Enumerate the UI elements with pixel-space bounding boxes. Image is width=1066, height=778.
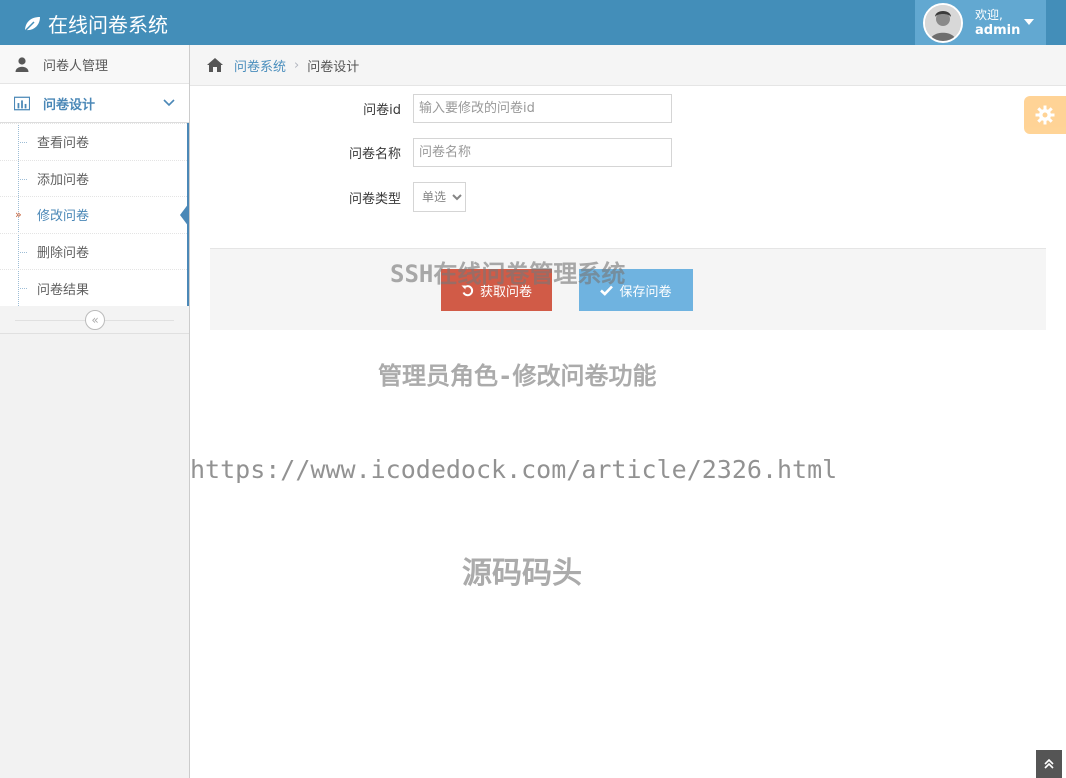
name-label: 问卷名称	[348, 147, 401, 162]
collapse-icon[interactable]: «	[85, 309, 105, 330]
sidebar-item-label: 问卷人管理	[43, 58, 109, 74]
submenu-item-label: 删除问卷	[37, 246, 90, 262]
submenu-item-label: 修改问卷	[37, 209, 90, 225]
questionnaire-name-input[interactable]	[413, 138, 672, 167]
double-right-arrow-icon: »	[15, 208, 22, 222]
breadcrumb-current: 问卷设计	[307, 59, 360, 75]
submenu-item-delete[interactable]: 删除问卷	[0, 232, 187, 270]
watermark-subtitle: 管理员角色-修改问卷功能	[378, 362, 657, 390]
app-title: 在线问卷系统	[48, 13, 168, 37]
user-icon	[14, 56, 30, 72]
submenu-item-label: 问卷结果	[37, 282, 90, 298]
gear-icon	[1035, 105, 1055, 125]
sidebar-item-questionnaire-design[interactable]: 问卷设计	[0, 84, 189, 123]
type-label: 问卷类型	[348, 191, 401, 207]
watermark-url: https://www.icodedock.com/article/2326.h…	[190, 455, 838, 484]
form-row-id: 问卷id	[190, 94, 672, 123]
welcome-label: 欢迎,	[975, 7, 1003, 22]
form-row-name: 问卷名称	[190, 138, 672, 167]
avatar	[923, 2, 963, 43]
user-menu[interactable]: 欢迎, admin	[915, 0, 1046, 45]
sidebar: 问卷人管理 问卷设计 查看问卷 添加问卷 » 修改问卷 删除问卷 问卷结果 «	[0, 45, 190, 778]
submenu: 查看问卷 添加问卷 » 修改问卷 删除问卷 问卷结果	[0, 123, 189, 306]
breadcrumb-separator: ›	[294, 57, 300, 73]
submenu-item-view[interactable]: 查看问卷	[0, 123, 187, 160]
double-up-icon	[1044, 759, 1054, 769]
submenu-item-add[interactable]: 添加问卷	[0, 159, 187, 197]
leaf-icon	[23, 16, 40, 33]
submenu-item-label: 添加问卷	[37, 172, 90, 188]
submenu-item-edit[interactable]: » 修改问卷	[0, 196, 189, 233]
scroll-top-button[interactable]	[1036, 750, 1062, 778]
questionnaire-id-input[interactable]	[413, 94, 672, 123]
user-name: admin	[975, 22, 1021, 38]
sidebar-item-label: 问卷设计	[43, 97, 96, 113]
active-pointer	[180, 203, 189, 228]
breadcrumb: 问卷系统 › 问卷设计	[190, 45, 1066, 86]
watermark-brand: 源码码头	[462, 556, 582, 591]
brand[interactable]: 在线问卷系统	[22, 9, 168, 38]
save-button-label: 保存问卷	[619, 284, 672, 300]
id-label: 问卷id	[363, 103, 401, 118]
home-icon[interactable]	[206, 57, 224, 73]
breadcrumb-root-link[interactable]: 问卷系统	[234, 56, 286, 75]
form-actions: 获取问卷 保存问卷	[210, 248, 1046, 330]
submenu-item-label: 查看问卷	[37, 136, 90, 152]
bar-chart-icon	[14, 95, 30, 111]
form-row-type: 问卷类型 单选	[190, 182, 466, 212]
sidebar-item-respondent-management[interactable]: 问卷人管理	[0, 45, 189, 84]
welcome-text: 欢迎, admin	[975, 8, 1020, 38]
caret-down-icon	[1024, 19, 1034, 25]
sidebar-collapse-bar: «	[0, 305, 189, 334]
chevron-down-icon	[163, 99, 175, 107]
settings-button[interactable]	[1024, 96, 1066, 134]
navbar: 在线问卷系统 欢迎, admin	[0, 0, 1066, 45]
watermark-title: SSH在线问卷管理系统	[390, 260, 626, 288]
submenu-item-results[interactable]: 问卷结果	[0, 269, 187, 306]
questionnaire-type-select[interactable]: 单选	[413, 182, 466, 212]
